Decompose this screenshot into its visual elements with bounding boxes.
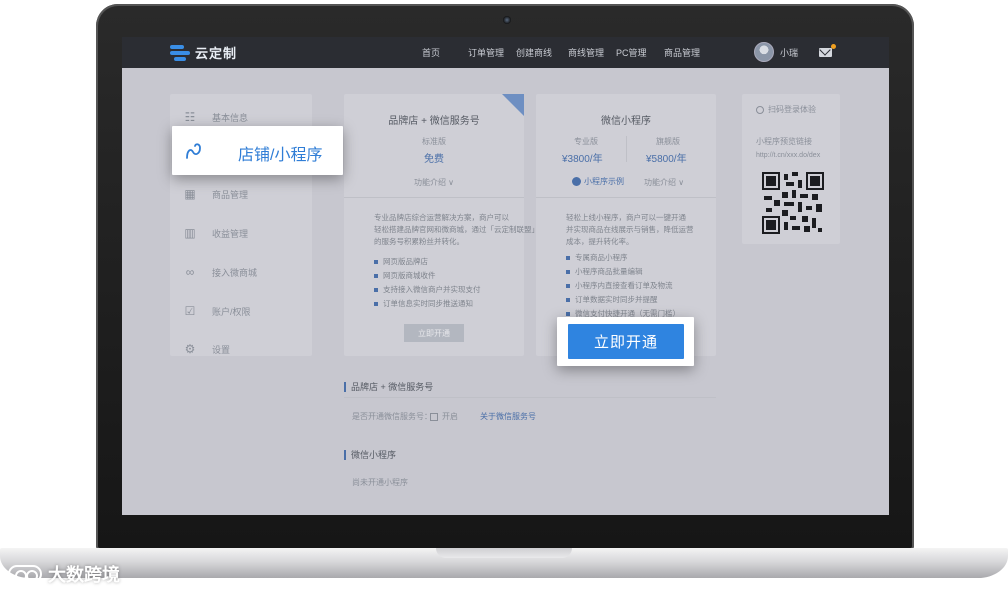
service-account-toggle[interactable]: 开启: [430, 411, 458, 422]
notification-dot: [831, 44, 836, 49]
nav-item-product-manage[interactable]: 商品管理: [664, 46, 704, 59]
about-service-account-link[interactable]: 关于微信服务号: [480, 411, 536, 422]
feature-item: 小程序商品批量编辑: [566, 266, 643, 277]
nav-item-line-manage[interactable]: 商线管理: [568, 46, 608, 59]
sidebar-item-label: 设置: [212, 344, 231, 355]
sidebar-item-product[interactable]: ▦ 商品管理: [170, 179, 312, 209]
check-square-icon: ☑: [184, 304, 196, 318]
brand-logo-icon: [170, 44, 190, 62]
mail-icon[interactable]: [819, 48, 832, 57]
sidebar-item-label: 账户/权限: [212, 306, 251, 317]
qr-title: 扫码登录体验: [756, 104, 816, 115]
mini-program-example-link[interactable]: 小程序示例: [572, 176, 624, 187]
qr-title-text: 扫码登录体验: [768, 105, 816, 114]
store-icon: ▦: [184, 187, 196, 201]
section-brand-header: 品牌店 + 微信服务号: [344, 380, 433, 393]
card-description: 专业品牌店综合运营解决方案，商户可以 轻松搭建品牌官网和微商城，通过「云定制联盟…: [374, 213, 539, 246]
brand-name: 云定制: [195, 46, 238, 61]
preview-link-label: 小程序预览链接: [756, 137, 812, 146]
sidebar-item-label: 接入微商城: [212, 267, 258, 278]
feature-item: 专属商品小程序: [566, 252, 628, 263]
mini-program-status: 尚未开通小程序: [352, 478, 408, 487]
plan-label: 标准版: [422, 137, 446, 146]
sidebar-item-settings[interactable]: ⚙ 设置: [170, 334, 312, 364]
card-title: 品牌店 + 微信服务号: [388, 116, 480, 127]
watermark-logo-icon: [8, 565, 42, 583]
qr-code-icon: [762, 172, 824, 234]
app-header: 云定制 首页 订单管理 创建商线 商线管理 PC管理 商品管理 小瑞: [122, 37, 889, 68]
card-description: 轻松上线小程序，商户可以一键开通 并实现商品在线展示与销售，降低运营 成本，提升…: [566, 213, 694, 246]
plan-b-price: ¥5800/年: [646, 154, 687, 165]
sidebar-item-connect-shop[interactable]: ∞ 接入微商城: [170, 257, 312, 287]
plan-price: 免费: [424, 154, 444, 165]
laptop-notch: [436, 548, 572, 558]
user-menu[interactable]: 小瑞: [754, 42, 798, 62]
qr-preview-card: 扫码登录体验 小程序预览链接 http://t.cn/xxx.do/dex: [742, 94, 840, 244]
features-toggle[interactable]: 功能介绍 ∨: [644, 177, 684, 188]
gear-icon: ⚙: [184, 342, 196, 356]
feature-item: 小程序内直接查看订单及物流: [566, 280, 673, 291]
preview-link-value[interactable]: http://t.cn/xxx.do/dex: [756, 152, 820, 159]
sidebar-item-label: 基本信息: [212, 112, 249, 123]
store-mini-program-label: 店铺/小程序: [238, 147, 323, 164]
user-name: 小瑞: [780, 47, 799, 58]
open-mini-program-button[interactable]: 立即开通: [568, 324, 684, 359]
feature-item: 网页版商城收件: [374, 270, 436, 281]
example-label: 小程序示例: [584, 177, 624, 186]
sidebar-item-revenue[interactable]: ▥ 收益管理: [170, 218, 312, 248]
plan-card-brand-store: 品牌店 + 微信服务号 标准版 免费 功能介绍 ∨ 专业品牌店综合运营解决方案，…: [344, 94, 539, 356]
section-title: 品牌店 + 微信服务号: [351, 382, 434, 392]
scan-icon: [756, 105, 764, 114]
link-loop-icon: [186, 143, 201, 159]
avatar: [754, 42, 774, 62]
plan-a-price: ¥3800/年: [562, 154, 603, 165]
watermark: 大数跨境: [8, 561, 120, 587]
link-icon: ∞: [185, 265, 195, 279]
plan-a-label: 专业版: [574, 137, 598, 146]
bar-chart-icon: ▥: [184, 226, 196, 240]
section-title: 微信小程序: [351, 450, 397, 460]
highlight-store-mini-program[interactable]: 店铺/小程序: [172, 126, 343, 175]
feature-item: 订单信息实时同步推送通知: [374, 298, 473, 309]
divider: [626, 136, 627, 162]
feature-item: 订单数据实时同步并提醒: [566, 294, 658, 305]
nav-item-orders[interactable]: 订单管理: [468, 46, 508, 59]
sidebar-item-label: 收益管理: [212, 228, 249, 239]
plan-b-label: 旗舰版: [656, 137, 680, 146]
brand[interactable]: 云定制: [170, 43, 237, 62]
open-brand-store-button[interactable]: 立即开通: [404, 324, 464, 342]
watermark-text: 大数跨境: [48, 565, 120, 585]
card-title: 微信小程序: [601, 116, 651, 127]
divider: [344, 197, 524, 198]
feature-item: 网页版品牌店: [374, 256, 428, 267]
section-mini-header: 微信小程序: [344, 448, 396, 461]
divider: [344, 397, 716, 398]
webcam: [503, 16, 511, 24]
service-account-question: 是否开通微信服务号：: [352, 412, 432, 421]
nav-item-create-line[interactable]: 创建商线: [516, 46, 556, 59]
mini-program-icon: [572, 177, 581, 186]
nav-item-home[interactable]: 首页: [422, 46, 462, 59]
sidebar-item-account[interactable]: ☑ 账户/权限: [170, 296, 312, 326]
sidebar-item-label: 商品管理: [212, 189, 249, 200]
nav-item-pc-manage[interactable]: PC管理: [616, 46, 656, 59]
grid-icon: ☷: [184, 110, 196, 124]
divider: [536, 197, 716, 198]
feature-item: 支持接入微信商户并实现支付: [374, 284, 481, 295]
toggle-checkbox[interactable]: [430, 412, 438, 421]
highlight-open-button: 立即开通: [557, 317, 694, 366]
app-screen: 云定制 首页 订单管理 创建商线 商线管理 PC管理 商品管理 小瑞 ☷ 基本信…: [122, 37, 889, 515]
top-nav: 首页 订单管理 创建商线 商线管理 PC管理 商品管理: [422, 37, 704, 68]
features-toggle[interactable]: 功能介绍 ∨: [344, 177, 524, 188]
toggle-label: 开启: [442, 412, 458, 421]
